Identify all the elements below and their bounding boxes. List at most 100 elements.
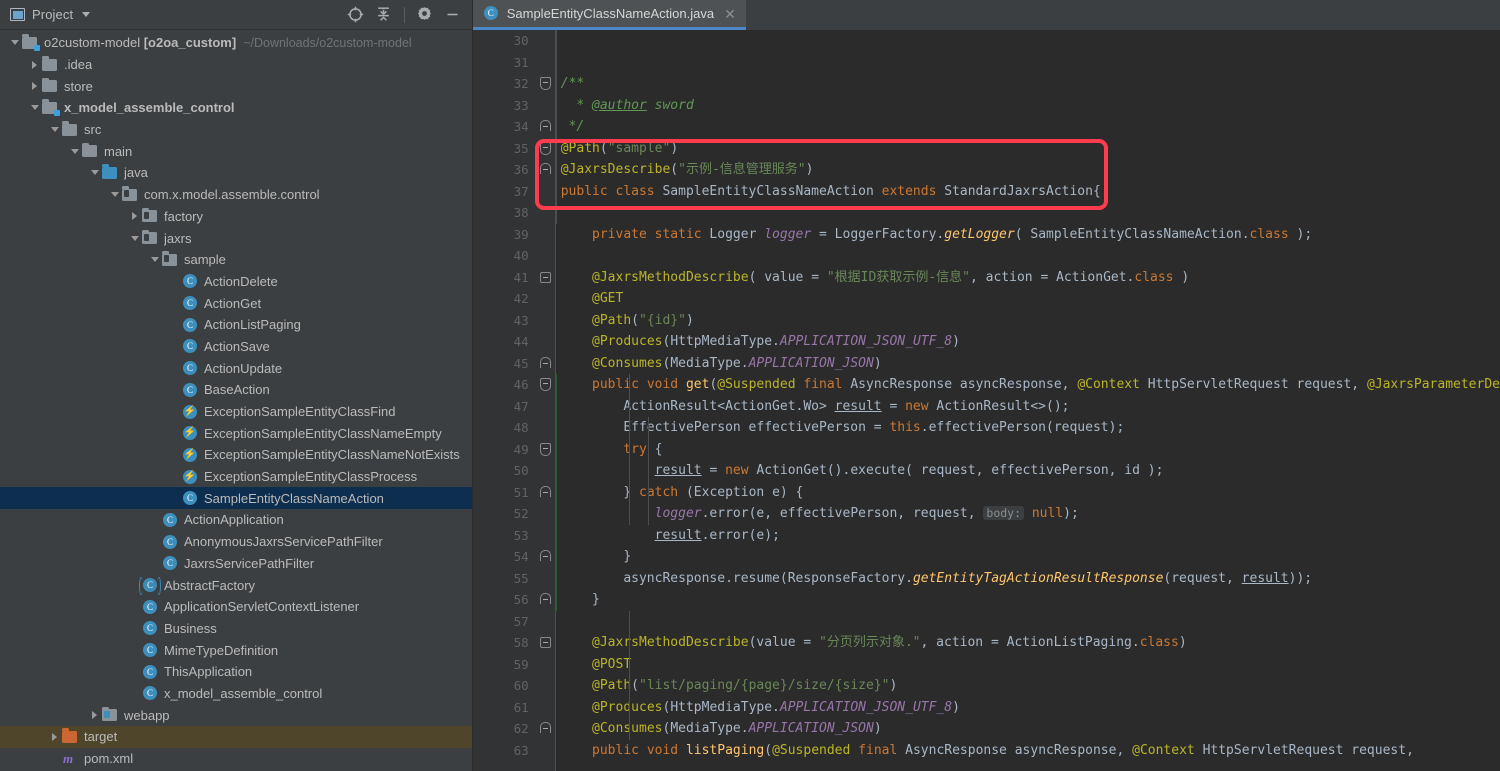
tree-row-store[interactable]: store xyxy=(0,75,472,97)
code-line-57[interactable] xyxy=(555,611,1500,633)
code-line-40[interactable] xyxy=(555,245,1500,267)
project-panel-title-group[interactable]: Project xyxy=(10,7,91,22)
chevron-right-icon[interactable] xyxy=(128,210,141,223)
code-line-33[interactable]: * @author sword xyxy=(555,95,1500,117)
fold-marker-35[interactable] xyxy=(537,138,555,160)
fold-marker-49[interactable] xyxy=(537,439,555,461)
tree-row-jaxrsservicepathfilter[interactable]: C JaxrsServicePathFilter xyxy=(0,553,472,575)
collapse-all-icon[interactable] xyxy=(371,3,397,27)
code-line-56[interactable]: } xyxy=(555,589,1500,611)
tree-row-exceptionsampleentityclassprocess[interactable]: ExceptionSampleEntityClassProcess xyxy=(0,466,472,488)
tree-row-applicationservletcontextlistener[interactable]: C ApplicationServletContextListener xyxy=(0,596,472,618)
tree-row-baseaction[interactable]: C BaseAction xyxy=(0,379,472,401)
fold-marker-32[interactable] xyxy=(537,73,555,95)
tree-row-com.x.model.assemble.control[interactable]: com.x.model.assemble.control xyxy=(0,184,472,206)
chevron-right-icon[interactable] xyxy=(28,58,41,71)
code-line-37[interactable]: public class SampleEntityClassNameAction… xyxy=(555,181,1500,203)
tree-row-actionget[interactable]: C ActionGet xyxy=(0,292,472,314)
code-line-54[interactable]: } xyxy=(555,546,1500,568)
chevron-down-icon[interactable] xyxy=(48,123,61,136)
code-folding-gutter[interactable] xyxy=(536,30,555,771)
code-line-63[interactable]: public void listPaging(@Suspended final … xyxy=(555,740,1500,762)
code-line-59[interactable]: @POST xyxy=(555,654,1500,676)
fold-marker-46[interactable] xyxy=(537,374,555,396)
code-line-46[interactable]: public void get(@Suspended final AsyncRe… xyxy=(555,374,1500,396)
code-line-53[interactable]: result.error(e); xyxy=(555,525,1500,547)
tree-row-x_model_assemble_control[interactable]: Cx_model_assemble_control xyxy=(0,683,472,705)
code-line-44[interactable]: @Produces(HttpMediaType.APPLICATION_JSON… xyxy=(555,331,1500,353)
tree-row-abstractfactory[interactable]: C AbstractFactory xyxy=(0,574,472,596)
tree-row-exceptionsampleentityclassfind[interactable]: ExceptionSampleEntityClassFind xyxy=(0,401,472,423)
code-line-43[interactable]: @Path("{id}") xyxy=(555,310,1500,332)
editor-tab-SampleEntityClassNameAction[interactable]: C SampleEntityClassNameAction.java ✕ xyxy=(472,0,746,30)
chevron-down-icon[interactable] xyxy=(148,253,161,266)
tree-row-business[interactable]: C Business xyxy=(0,618,472,640)
code-line-62[interactable]: @Consumes(MediaType.APPLICATION_JSON) xyxy=(555,718,1500,740)
code-line-30[interactable] xyxy=(555,30,1500,52)
code-line-45[interactable]: @Consumes(MediaType.APPLICATION_JSON) xyxy=(555,353,1500,375)
chevron-down-icon[interactable] xyxy=(82,12,91,17)
tree-row-webapp[interactable]: webapp xyxy=(0,704,472,726)
code-line-49[interactable]: try { xyxy=(555,439,1500,461)
tree-row-java[interactable]: java xyxy=(0,162,472,184)
tree-row-sample[interactable]: sample xyxy=(0,249,472,271)
code-line-60[interactable]: @Path("list/paging/{page}/size/{size}") xyxy=(555,675,1500,697)
tree-row-mimetypedefinition[interactable]: C MimeTypeDefinition xyxy=(0,639,472,661)
tree-row-main[interactable]: main xyxy=(0,140,472,162)
code-line-50[interactable]: result = new ActionGet().execute( reques… xyxy=(555,460,1500,482)
code-line-41[interactable]: @JaxrsMethodDescribe( value = "根据ID获取示例-… xyxy=(555,267,1500,289)
locate-icon[interactable] xyxy=(343,3,369,27)
close-icon[interactable]: ✕ xyxy=(724,7,736,21)
tree-row-actionsave[interactable]: C ActionSave xyxy=(0,336,472,358)
chevron-right-icon[interactable] xyxy=(48,730,61,743)
chevron-down-icon[interactable] xyxy=(8,36,21,49)
code-line-42[interactable]: @GET xyxy=(555,288,1500,310)
tree-row-thisapplication[interactable]: C ThisApplication xyxy=(0,661,472,683)
tree-row-exceptionsampleentityclassnamenotexists[interactable]: ExceptionSampleEntityClassNameNotExists xyxy=(0,444,472,466)
code-line-48[interactable]: EffectivePerson effectivePerson = this.e… xyxy=(555,417,1500,439)
code-viewport[interactable]: 30 31 32 33 34 35 36 37 38 39 40 41 42 43 44 45 46 47 48 49… xyxy=(472,30,1500,771)
tree-row-anonymousjaxrsservicepathfilter[interactable]: C AnonymousJaxrsServicePathFilter xyxy=(0,531,472,553)
code-line-61[interactable]: @Produces(HttpMediaType.APPLICATION_JSON… xyxy=(555,697,1500,719)
fold-marker-36[interactable] xyxy=(537,159,555,181)
chevron-down-icon[interactable] xyxy=(108,188,121,201)
tree-row-actiondelete[interactable]: C ActionDelete xyxy=(0,271,472,293)
hide-icon[interactable] xyxy=(440,3,466,27)
chevron-right-icon[interactable] xyxy=(28,80,41,93)
code-line-55[interactable]: asyncResponse.resume(ResponseFactory.get… xyxy=(555,568,1500,590)
tree-row-actionapplication[interactable]: C ActionApplication xyxy=(0,509,472,531)
project-tree[interactable]: o2custom-model [o2oa_custom] ~/Downloads/… xyxy=(0,30,472,771)
fold-marker-51[interactable] xyxy=(537,482,555,504)
code-line-31[interactable] xyxy=(555,52,1500,74)
code-line-58[interactable]: @JaxrsMethodDescribe(value = "分页列示对象.", … xyxy=(555,632,1500,654)
tree-row-sampleentityclassnameaction[interactable]: C SampleEntityClassNameAction xyxy=(0,487,472,510)
chevron-right-icon[interactable] xyxy=(88,709,101,722)
fold-marker-62[interactable] xyxy=(537,718,555,740)
code-line-51[interactable]: } catch (Exception e) { xyxy=(555,482,1500,504)
fold-marker-54[interactable] xyxy=(537,546,555,568)
code-line-47[interactable]: ActionResult<ActionGet.Wo> result = new … xyxy=(555,396,1500,418)
tree-row-target[interactable]: target xyxy=(0,726,472,748)
fold-marker-34[interactable] xyxy=(537,116,555,138)
tree-row-o2custom-model--o2oa_custom-[interactable]: o2custom-model [o2oa_custom] ~/Downloads/… xyxy=(0,32,472,54)
code-line-34[interactable]: */ xyxy=(555,116,1500,138)
fold-marker-45[interactable] xyxy=(537,353,555,375)
code-line-36[interactable]: @JaxrsDescribe("示例-信息管理服务") xyxy=(555,159,1500,181)
code-line-39[interactable]: private static Logger logger = LoggerFac… xyxy=(555,224,1500,246)
tree-row-factory[interactable]: factory xyxy=(0,206,472,228)
fold-marker-58[interactable] xyxy=(537,632,555,654)
code-line-52[interactable]: logger.error(e, effectivePerson, request… xyxy=(555,503,1500,525)
chevron-down-icon[interactable] xyxy=(68,145,81,158)
tree-row-src[interactable]: src xyxy=(0,119,472,141)
gear-icon[interactable] xyxy=(412,3,438,27)
tree-row-actionupdate[interactable]: C ActionUpdate xyxy=(0,357,472,379)
chevron-down-icon[interactable] xyxy=(88,166,101,179)
code-text[interactable]: /** * @author sword */@Path("sample") @Ja… xyxy=(554,30,1500,771)
tree-row-jaxrs[interactable]: jaxrs xyxy=(0,227,472,249)
code-line-35[interactable]: @Path("sample") xyxy=(555,138,1500,160)
code-line-32[interactable]: /** xyxy=(555,73,1500,95)
chevron-down-icon[interactable] xyxy=(128,232,141,245)
tree-row-actionlistpaging[interactable]: C ActionListPaging xyxy=(0,314,472,336)
fold-marker-56[interactable] xyxy=(537,589,555,611)
chevron-down-icon[interactable] xyxy=(28,101,41,114)
